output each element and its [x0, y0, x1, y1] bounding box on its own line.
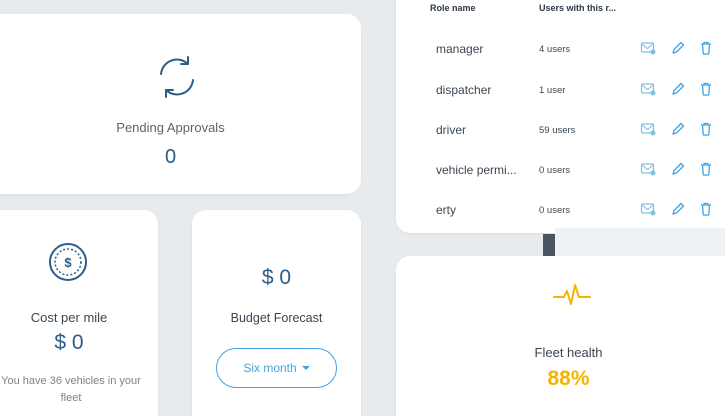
role-user-count: 59 users: [539, 125, 576, 136]
column-header-role-name: Role name: [430, 3, 476, 13]
cost-per-mile-card: $ Cost per mile $ 0 You have 36 vehicles…: [0, 210, 158, 416]
sync-icon: [154, 54, 200, 100]
table-row: driver 59 users: [396, 111, 725, 151]
pencil-icon[interactable]: [670, 201, 686, 217]
pencil-icon[interactable]: [670, 81, 686, 97]
map-road-strip: [543, 234, 555, 256]
role-user-count: 1 user: [539, 85, 566, 96]
trash-icon[interactable]: [698, 40, 714, 56]
role-user-count: 0 users: [539, 165, 571, 176]
role-name: dispatcher: [436, 83, 492, 97]
dollar-coin-icon: $: [48, 242, 88, 282]
svg-text:$: $: [64, 255, 72, 270]
message-icon[interactable]: [640, 201, 656, 217]
trash-icon[interactable]: [698, 161, 714, 177]
role-name: manager: [436, 42, 484, 56]
caret-down-icon: [301, 366, 310, 370]
fleet-health-label: Fleet health: [534, 345, 603, 360]
table-row: dispatcher 1 user: [396, 71, 725, 111]
budget-forecast-value: $ 0: [261, 266, 292, 289]
cost-per-mile-label: Cost per mile: [30, 310, 108, 325]
pencil-icon[interactable]: [670, 40, 686, 56]
message-icon[interactable]: [640, 40, 656, 56]
pencil-icon[interactable]: [670, 161, 686, 177]
role-user-count: 4 users: [539, 44, 571, 55]
fleet-vehicle-count-note: You have 36 vehicles in your fleet: [1, 375, 141, 404]
role-name: vehicle permi...: [436, 163, 517, 177]
fleet-health-value: 88%: [547, 367, 590, 390]
message-icon[interactable]: [640, 161, 656, 177]
role-name: driver: [436, 123, 467, 137]
fleet-health-card: Fleet health 88%: [396, 256, 725, 416]
heartbeat-icon: [552, 282, 592, 308]
trash-icon[interactable]: [698, 201, 714, 217]
budget-forecast-label: Budget Forecast: [230, 311, 323, 325]
role-name: erty: [436, 203, 457, 217]
forecast-period-dropdown[interactable]: Six month: [216, 348, 337, 388]
trash-icon[interactable]: [698, 81, 714, 97]
forecast-period-value: Six month: [243, 361, 297, 375]
role-user-count: 0 users: [539, 205, 571, 216]
message-icon[interactable]: [640, 81, 656, 97]
table-row: manager 4 users: [396, 30, 725, 70]
pencil-icon[interactable]: [670, 121, 686, 137]
pending-approvals-card: Pending Approvals 0: [0, 14, 361, 194]
roles-table-card: Role name Users with this r... manager 4…: [396, 0, 725, 233]
table-row: vehicle permi... 0 users: [396, 151, 725, 191]
pending-approvals-label: Pending Approvals: [116, 120, 225, 135]
table-row: erty 0 users: [396, 191, 725, 231]
map-background: [555, 228, 725, 258]
budget-forecast-card: $ 0 Budget Forecast Six month: [192, 210, 361, 416]
message-icon[interactable]: [640, 121, 656, 137]
trash-icon[interactable]: [698, 121, 714, 137]
pending-approvals-value: 0: [164, 146, 177, 168]
cost-per-mile-value: $ 0: [54, 331, 84, 354]
column-header-users: Users with this r...: [539, 3, 617, 13]
